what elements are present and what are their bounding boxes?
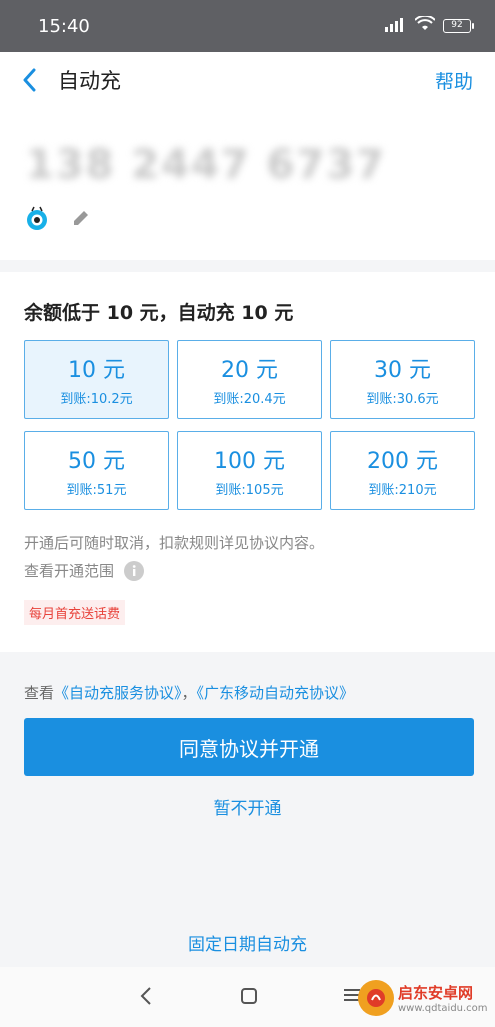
help-link[interactable]: 帮助 (435, 67, 473, 94)
info-icon[interactable] (124, 560, 145, 581)
credited-value: 到账:210元 (368, 483, 437, 498)
amount-option[interactable]: 50 元 到账:51元 (24, 431, 169, 510)
bird-avatar-icon (24, 206, 50, 236)
edit-pencil-icon[interactable] (71, 208, 91, 232)
agreement-separator: ， (181, 684, 197, 702)
amount-value: 50 元 (68, 449, 125, 474)
recharge-options-section: 余额低于 10 元，自动充 10 元 10 元 到账:10.2元 20 元 到账… (0, 272, 495, 652)
scope-link[interactable]: 查看开通范围 (24, 560, 114, 581)
amount-value: 200 元 (367, 449, 438, 474)
status-bar: 15:40 92 (0, 0, 495, 52)
agreement-line: 查看《自动充服务协议》，《广东移动自动充协议》 (24, 682, 354, 703)
credited-value: 到账:10.2元 (60, 392, 133, 407)
watermark: 启东安卓网 www.qdtaidu.com (358, 980, 488, 1016)
amount-value: 100 元 (214, 449, 285, 474)
watermark-url: www.qdtaidu.com (398, 1003, 488, 1014)
status-icons: 92 (385, 14, 474, 36)
amount-value: 30 元 (374, 358, 431, 383)
credited-value: 到账:20.4元 (213, 392, 286, 407)
amount-value: 10 元 (68, 358, 125, 383)
battery-icon: 92 (443, 19, 474, 33)
credited-value: 到账:105元 (215, 483, 284, 498)
promo-badge: 每月首充送话费 (24, 600, 126, 625)
page-title: 自动充 (58, 69, 121, 93)
account-section: 138 2447 6737 (0, 108, 495, 260)
amount-option[interactable]: 200 元 到账:210元 (330, 431, 475, 510)
cancel-note: 开通后可随时取消，扣款规则详见协议内容。 (24, 534, 325, 552)
agree-and-activate-button[interactable]: 同意协议并开通 (24, 718, 474, 776)
nav-bar: 自动充 帮助 (0, 52, 495, 108)
amount-option[interactable]: 20 元 到账:20.4元 (177, 340, 322, 419)
system-back-icon[interactable] (140, 987, 152, 1009)
amount-grid: 10 元 到账:10.2元 20 元 到账:20.4元 30 元 到账:30.6… (24, 340, 476, 510)
decline-link[interactable]: 暂不开通 (0, 794, 495, 819)
watermark-title: 启东安卓网 (398, 984, 474, 1002)
agreement-section: 查看《自动充服务协议》，《广东移动自动充协议》 同意协议并开通 暂不开通 固定日… (0, 664, 495, 967)
scope-row[interactable]: 查看开通范围 (24, 560, 145, 581)
watermark-text: 启东安卓网 www.qdtaidu.com (398, 982, 488, 1014)
service-agreement-link[interactable]: 《自动充服务协议》 (54, 684, 182, 702)
credited-value: 到账:51元 (66, 483, 127, 498)
recharge-rule-title: 余额低于 10 元，自动充 10 元 (24, 302, 294, 324)
agreement-prefix: 查看 (24, 684, 55, 702)
fixed-date-recharge-link[interactable]: 固定日期自动充 (0, 930, 495, 955)
status-time: 15:40 (38, 15, 90, 37)
credited-value: 到账:30.6元 (366, 392, 439, 407)
watermark-logo-icon (358, 980, 394, 1016)
amount-option[interactable]: 10 元 到账:10.2元 (24, 340, 169, 419)
back-arrow-icon[interactable] (22, 66, 44, 94)
amount-option[interactable]: 30 元 到账:30.6元 (330, 340, 475, 419)
amount-value: 20 元 (221, 358, 278, 383)
wifi-icon (414, 14, 436, 36)
amount-option[interactable]: 100 元 到账:105元 (177, 431, 322, 510)
provider-agreement-link[interactable]: 《广东移动自动充协议》 (197, 684, 355, 702)
signal-icon (385, 17, 407, 36)
system-home-icon[interactable] (241, 988, 257, 1008)
phone-number: 138 2447 6737 (26, 142, 387, 188)
